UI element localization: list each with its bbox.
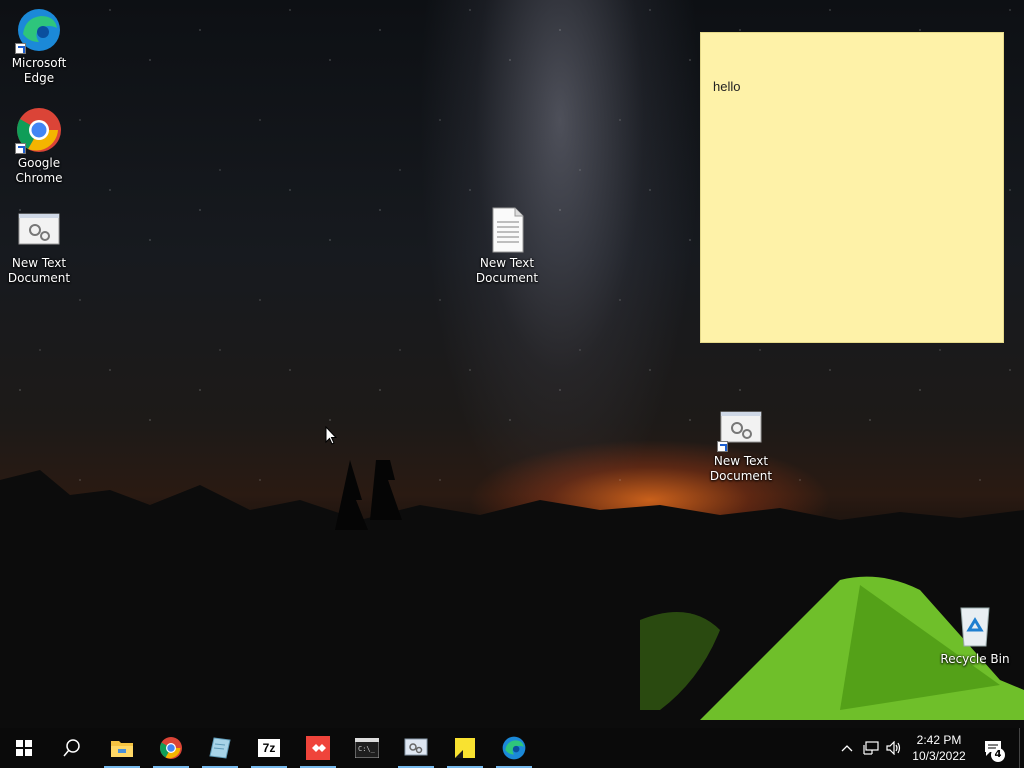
edge-icon xyxy=(502,736,526,760)
anydesk-icon xyxy=(306,736,330,760)
taskbar-anydesk[interactable] xyxy=(294,728,342,768)
desktop-icon-label: Google Chrome xyxy=(15,156,63,185)
taskbar-edge[interactable] xyxy=(490,728,538,768)
volume-icon xyxy=(886,741,901,755)
show-hidden-icons-button[interactable] xyxy=(838,728,856,768)
desktop-icon-label: New Text Document xyxy=(709,454,773,483)
search-button[interactable] xyxy=(48,728,96,768)
desktop-icon-new-text-document-3[interactable]: New Text Document xyxy=(703,404,779,484)
desktop-icon-chrome[interactable]: Google Chrome xyxy=(1,106,77,186)
taskbar: 7z C:\_ 2:42 PM 10/3/2022 4 xyxy=(0,728,1024,768)
clock[interactable]: 2:42 PM 10/3/2022 xyxy=(905,728,973,768)
mouse-cursor-icon xyxy=(325,426,337,445)
taskbar-control-panel[interactable] xyxy=(392,728,440,768)
start-button[interactable] xyxy=(0,728,48,768)
taskbar-7zip[interactable]: 7z xyxy=(245,728,293,768)
taskbar-sticky-notes[interactable] xyxy=(441,728,489,768)
sticky-note-text[interactable]: hello xyxy=(713,79,740,94)
chevron-up-icon xyxy=(841,745,853,752)
sticky-note[interactable]: hello xyxy=(700,32,1004,343)
desktop-icon-label: Microsoft Edge xyxy=(11,56,67,85)
sticky-notes-icon xyxy=(455,738,475,758)
taskbar-notepad[interactable] xyxy=(196,728,244,768)
chrome-icon xyxy=(15,106,63,154)
taskbar-chrome[interactable] xyxy=(147,728,195,768)
windows-start-icon xyxy=(16,740,32,756)
taskbar-command-prompt[interactable]: C:\_ xyxy=(343,728,391,768)
desktop-icon-label: New Text Document xyxy=(475,256,539,285)
desktop-icon-edge[interactable]: Microsoft Edge xyxy=(1,6,77,86)
show-desktop-button[interactable] xyxy=(1019,728,1024,768)
notepad-icon xyxy=(209,737,231,759)
notification-count-badge: 4 xyxy=(991,748,1005,762)
desktop-icon-label: Recycle Bin xyxy=(940,652,1010,666)
desktop-icon-label: New Text Document xyxy=(7,256,71,285)
text-file-icon xyxy=(483,206,531,254)
taskbar-file-explorer[interactable] xyxy=(98,728,146,768)
edge-icon xyxy=(15,6,63,54)
settings-window-icon xyxy=(15,206,63,254)
desktop-icon-new-text-document-1[interactable]: New Text Document xyxy=(1,206,77,286)
recycle-bin-icon xyxy=(951,602,999,650)
network-button[interactable] xyxy=(860,728,882,768)
command-prompt-icon: C:\_ xyxy=(355,738,379,758)
desktop[interactable]: Microsoft Edge Google Chrome New Text Do… xyxy=(0,0,1024,728)
svg-text:C:\_: C:\_ xyxy=(358,745,376,753)
desktop-icon-recycle-bin[interactable]: Recycle Bin xyxy=(937,602,1013,667)
volume-button[interactable] xyxy=(884,728,904,768)
search-icon xyxy=(63,739,80,757)
network-icon xyxy=(863,741,879,755)
7zip-icon: 7z xyxy=(258,739,280,757)
action-center-button[interactable] xyxy=(978,728,1008,768)
mountain-landscape xyxy=(0,460,1024,728)
desktop-icon-new-text-document-2[interactable]: New Text Document xyxy=(469,206,545,286)
chrome-icon xyxy=(160,737,182,759)
file-explorer-icon xyxy=(111,741,133,757)
control-panel-icon xyxy=(404,738,428,756)
clock-time: 2:42 PM xyxy=(916,733,962,747)
clock-date: 10/3/2022 xyxy=(912,749,966,763)
settings-window-icon xyxy=(717,404,765,452)
